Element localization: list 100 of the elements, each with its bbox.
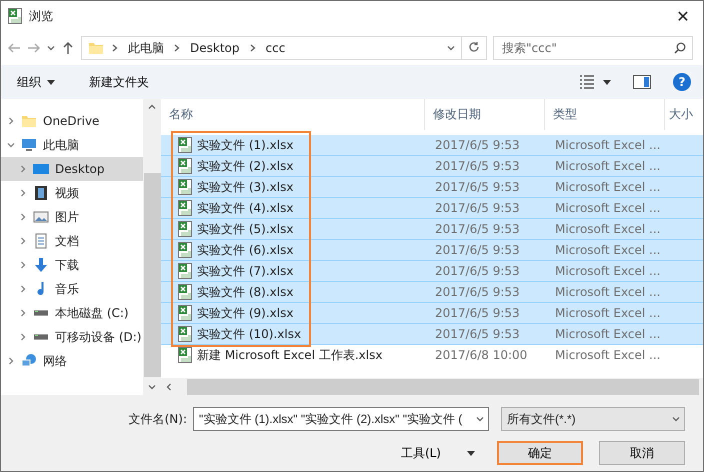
nav-label: 下载 <box>55 256 79 274</box>
dropdown-chevron-icon <box>476 415 484 423</box>
collapsed-chevron-icon <box>19 309 27 317</box>
file-date: 2017/6/5 9:53 <box>435 180 520 194</box>
file-name: 实验文件 (1).xlsx <box>197 136 294 154</box>
file-date: 2017/6/5 9:53 <box>435 138 520 152</box>
nav-item[interactable]: OneDrive <box>1 109 143 133</box>
recent-chevron-icon <box>47 44 55 52</box>
filename-label: 文件名(N): <box>128 410 187 428</box>
folder-icon <box>88 40 104 56</box>
column-header[interactable]: 名称 <box>161 99 425 130</box>
organize-button[interactable]: 组织 <box>11 72 61 92</box>
nav-item[interactable]: 本地磁盘 (C:) <box>1 301 143 325</box>
breadcrumb[interactable]: Desktop <box>188 41 242 55</box>
file-type: Microsoft Excel ... <box>555 180 660 194</box>
nav-label: 可移动设备 (D:) <box>55 328 142 346</box>
search-icon <box>674 42 686 54</box>
nav-item[interactable]: 此电脑 <box>1 133 143 157</box>
breadcrumb[interactable]: ccc <box>264 41 288 55</box>
file-date: 2017/6/5 9:53 <box>435 222 520 236</box>
column-header[interactable]: 大小 <box>665 99 703 130</box>
nav-label: 音乐 <box>55 280 79 298</box>
collapsed-chevron-icon <box>7 357 15 365</box>
nav-label: 图片 <box>55 208 79 226</box>
file-date: 2017/6/8 10:00 <box>435 348 528 362</box>
view-list-icon[interactable] <box>579 75 595 89</box>
nav-item[interactable]: 图片 <box>1 205 143 229</box>
nav-item[interactable]: Desktop <box>1 157 143 181</box>
file-name: 实验文件 (8).xlsx <box>197 284 294 300</box>
breadcrumb-chevron-icon <box>174 44 180 52</box>
spreadsheet-icon <box>177 179 193 195</box>
nav-item[interactable]: 文档 <box>1 229 143 253</box>
file-row[interactable]: 实验文件 (5).xlsx 2017/6/5 9:53 Microsoft Excel ... <box>161 219 703 240</box>
file-row[interactable]: 实验文件 (8).xlsx 2017/6/5 9:53 Microsoft Excel ... <box>161 282 703 303</box>
search-field[interactable]: 搜索"ccc" <box>493 36 693 60</box>
nav-label: OneDrive <box>43 114 100 128</box>
file-row[interactable]: 实验文件 (2).xlsx 2017/6/5 9:53 Microsoft Excel ... <box>161 156 703 177</box>
caret-icon <box>467 450 475 456</box>
nav-item[interactable]: 可移动设备 (D:) <box>1 325 143 349</box>
desktop-icon <box>33 161 49 177</box>
breadcrumb-chevron-icon <box>112 44 118 52</box>
collapsed-chevron-icon <box>19 165 27 173</box>
expanded-chevron-icon <box>7 141 15 149</box>
scrollbar[interactable] <box>143 99 161 395</box>
spreadsheet-icon <box>177 242 193 258</box>
drive-icon <box>33 310 49 316</box>
collapsed-chevron-icon <box>19 285 27 293</box>
close-button[interactable]: ✕ <box>663 1 703 31</box>
file-row[interactable]: 实验文件 (4).xlsx 2017/6/5 9:53 Microsoft Excel ... <box>161 198 703 219</box>
file-row[interactable]: 实验文件 (1).xlsx 2017/6/5 9:53 Microsoft Excel ... <box>161 135 703 156</box>
file-date: 2017/6/5 9:53 <box>435 285 520 299</box>
nav-item[interactable]: 音乐 <box>1 277 143 301</box>
spreadsheet-icon <box>177 284 193 300</box>
scrollbar[interactable] <box>161 378 703 395</box>
drive-icon <box>33 334 49 340</box>
tools-button[interactable]: 工具(L) <box>394 442 481 464</box>
music-note-icon <box>37 281 45 297</box>
file-name: 实验文件 (9).xlsx <box>197 304 294 322</box>
dialog-button[interactable]: 确定 <box>497 441 583 465</box>
dialog-button[interactable]: 取消 <box>599 441 685 465</box>
file-type: Microsoft Excel ... <box>555 243 660 257</box>
file-row[interactable]: 实验文件 (9).xlsx 2017/6/5 9:53 Microsoft Excel ... <box>161 303 703 324</box>
column-header[interactable]: 类型 <box>545 99 665 130</box>
collapsed-chevron-icon <box>19 261 27 269</box>
spreadsheet-icon <box>177 158 193 174</box>
file-row[interactable]: 实验文件 (6).xlsx 2017/6/5 9:53 Microsoft Excel ... <box>161 240 703 261</box>
file-date: 2017/6/5 9:53 <box>435 327 520 341</box>
file-name: 实验文件 (5).xlsx <box>197 220 294 238</box>
nav-label: 网络 <box>43 352 67 370</box>
file-type: Microsoft Excel ... <box>555 264 660 278</box>
spreadsheet-icon <box>177 200 193 216</box>
address-bar[interactable]: 此电脑 Desktop ccc <box>81 36 462 60</box>
file-date: 2017/6/5 9:53 <box>435 243 520 257</box>
nav-item[interactable]: 视频 <box>1 181 143 205</box>
file-type-dropdown[interactable]: 所有文件(*.*) <box>501 407 685 431</box>
file-type: Microsoft Excel ... <box>555 306 660 320</box>
refresh-button[interactable] <box>461 36 487 60</box>
file-row[interactable]: 实验文件 (10).xlsx 2017/6/5 9:53 Microsoft Excel ... <box>161 324 703 345</box>
file-name: 实验文件 (4).xlsx <box>197 200 294 216</box>
dropdown-chevron-icon <box>672 415 680 423</box>
filename-field[interactable]: "实验文件 (1).xlsx" "实验文件 (2).xlsx" "实验文件 ( <box>193 407 489 431</box>
collapsed-chevron-icon <box>19 189 27 197</box>
nav-item[interactable]: 网络 <box>1 349 143 373</box>
preview-pane-icon[interactable] <box>633 75 651 89</box>
help-button[interactable]: ? <box>673 73 691 91</box>
file-type: Microsoft Excel ... <box>555 138 660 152</box>
download-icon <box>33 257 49 273</box>
spreadsheet-icon <box>177 263 193 279</box>
up-arrow-icon[interactable] <box>61 41 75 55</box>
nav-item[interactable]: 下载 <box>1 253 143 277</box>
file-row[interactable]: 实验文件 (7).xlsx 2017/6/5 9:53 Microsoft Excel ... <box>161 261 703 282</box>
file-name: 实验文件 (3).xlsx <box>197 178 294 196</box>
folder-icon <box>21 113 37 129</box>
file-row[interactable]: 实验文件 (3).xlsx 2017/6/5 9:53 Microsoft Excel ... <box>161 177 703 198</box>
spreadsheet-icon <box>177 347 193 363</box>
breadcrumb[interactable]: 此电脑 <box>126 40 166 56</box>
collapsed-chevron-icon <box>19 237 27 245</box>
nav-label: 视频 <box>55 184 79 202</box>
new-folder-button[interactable]: 新建文件夹 <box>83 72 155 92</box>
column-header[interactable]: 修改日期 <box>425 99 545 130</box>
